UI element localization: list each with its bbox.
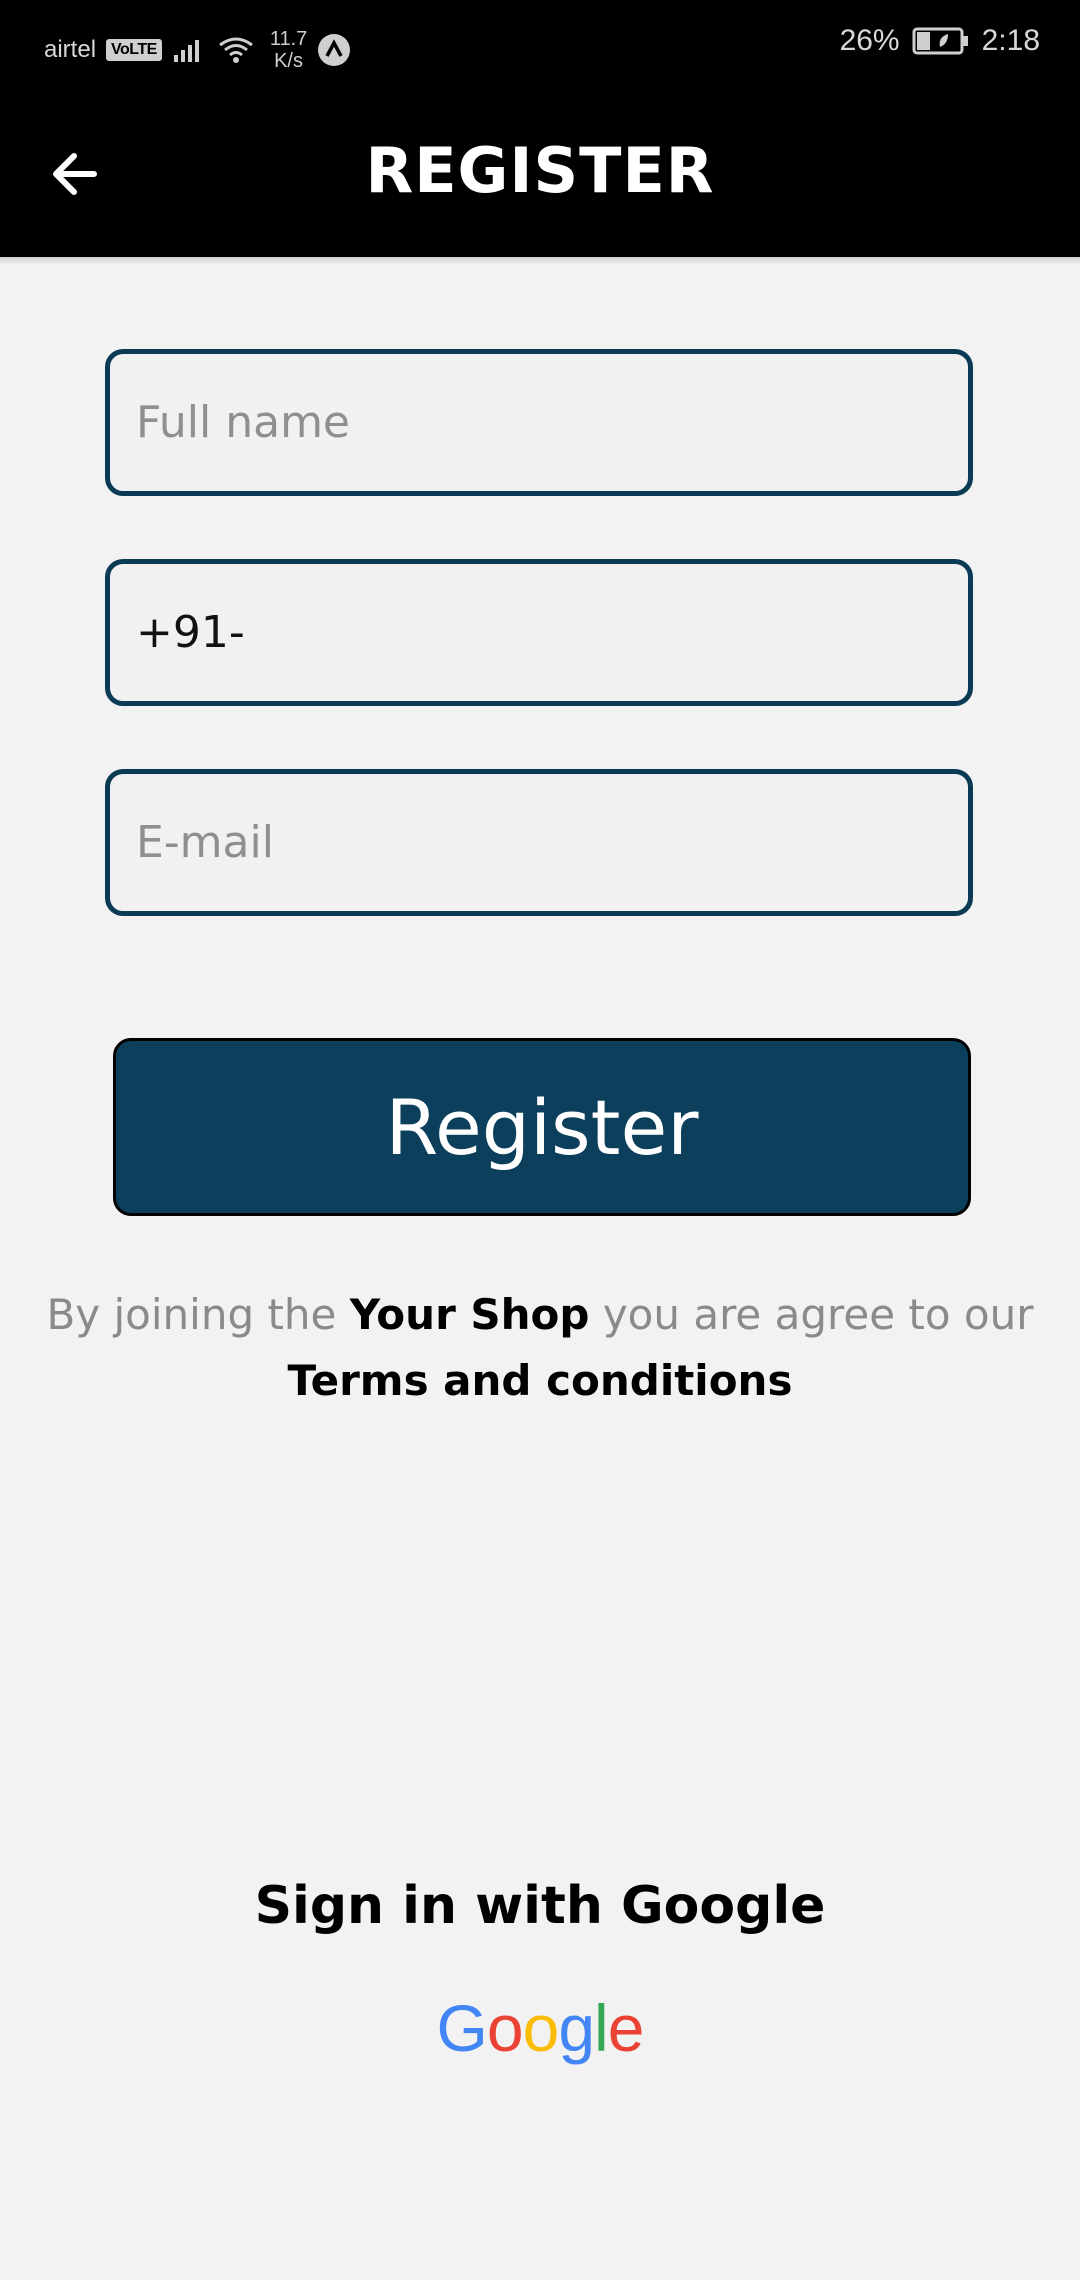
google-logo-letter: o (522, 1991, 560, 2065)
volte-badge: VoLTE (106, 39, 162, 61)
battery-percent: 26% (839, 24, 900, 57)
google-logo-letter: l (594, 1991, 609, 2065)
status-bar: airtel VoLTE 11.7 K/s 26% 2:18 (0, 0, 1080, 92)
register-button-label: Register (385, 1082, 699, 1172)
app-notification-icon (318, 34, 351, 66)
email-field[interactable] (105, 769, 973, 916)
phone-field[interactable] (105, 559, 973, 706)
register-button[interactable]: Register (113, 1038, 971, 1216)
google-logo-letter: o (486, 1991, 524, 2065)
battery-icon (912, 27, 968, 55)
google-signin-button[interactable]: Google (0, 1990, 1080, 2066)
network-speed: 11.7 K/s (270, 28, 307, 72)
carrier-name: airtel (44, 36, 97, 63)
terms-text: By joining the Your Shop you are agree t… (0, 1282, 1080, 1414)
google-signin-title: Sign in with Google (254, 1876, 826, 1936)
shop-name: Your Shop (349, 1290, 590, 1339)
signal-icon (173, 40, 199, 62)
terms-link[interactable]: Terms and conditions (0, 1348, 1080, 1414)
speed-value: 11.7 (269, 28, 308, 50)
clock: 2:18 (981, 24, 1040, 57)
google-logo-letter: g (558, 1991, 595, 2065)
status-right: 26% 2:18 (840, 24, 1040, 58)
terms-middle: you are agree to our (602, 1290, 1034, 1339)
google-logo-letter: e (607, 1991, 645, 2065)
app-bar: REGISTER (0, 92, 1080, 257)
email-input[interactable] (136, 817, 968, 868)
full-name-field[interactable] (105, 349, 973, 496)
page-title: REGISTER (365, 134, 715, 207)
full-name-input[interactable] (136, 397, 968, 448)
terms-line-1: By joining the Your Shop you are agree t… (0, 1282, 1080, 1348)
terms-prefix: By joining the (46, 1290, 337, 1339)
speed-unit: K/s (274, 50, 303, 72)
phone-input[interactable] (136, 607, 968, 658)
google-logo-letter: G (436, 1991, 488, 2065)
status-left: airtel VoLTE 11.7 K/s (44, 28, 351, 72)
app-bar-shadow (0, 257, 1080, 265)
wifi-icon (218, 37, 253, 63)
